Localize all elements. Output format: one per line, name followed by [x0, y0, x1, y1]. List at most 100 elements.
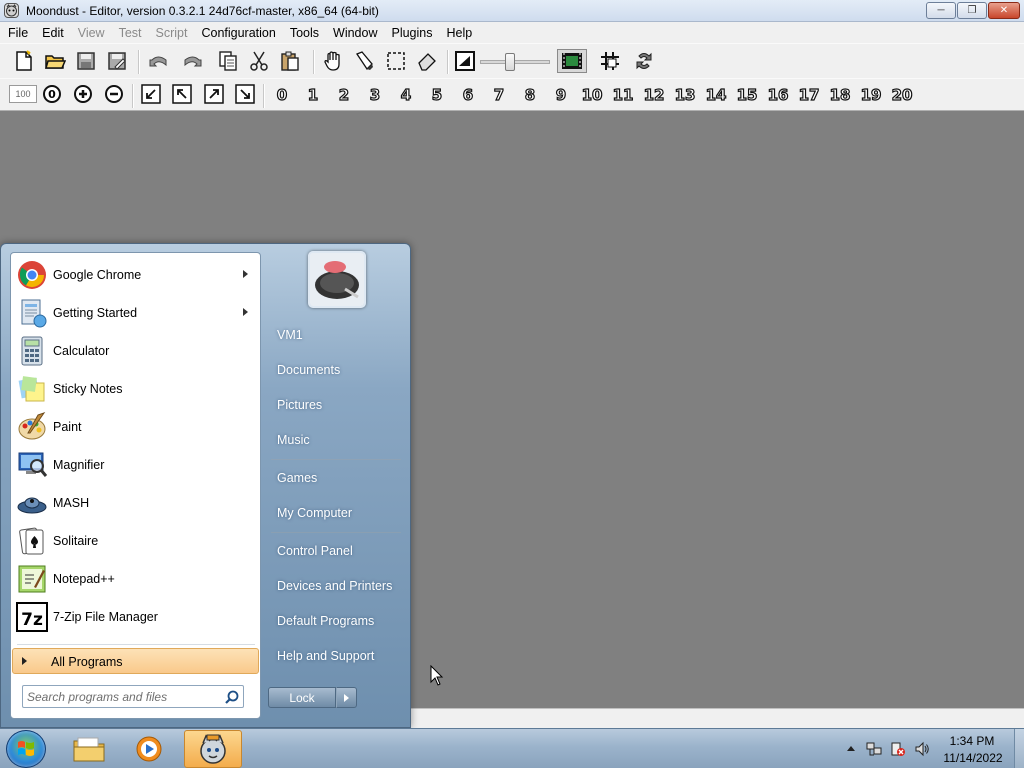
menu-window[interactable]: Window [326, 26, 384, 40]
hand-tool-icon[interactable] [321, 49, 345, 73]
save-icon[interactable] [74, 49, 98, 73]
search-icon[interactable] [224, 689, 240, 705]
all-programs-button[interactable]: All Programs [12, 648, 259, 674]
save-as-icon[interactable] [105, 49, 129, 73]
start-place-games[interactable]: Games [265, 463, 405, 493]
resize-down-right-icon[interactable] [233, 82, 257, 106]
program-item-getting-started[interactable]: Getting Started [14, 295, 258, 331]
layer-button-11[interactable]: 11 [611, 84, 635, 106]
redo-icon[interactable] [180, 49, 204, 73]
start-place-documents[interactable]: Documents [265, 355, 405, 385]
menu-view[interactable]: View [71, 26, 112, 40]
layer-button-5[interactable]: 5 [425, 84, 449, 106]
action-center-icon[interactable] [890, 741, 906, 757]
menu-file[interactable]: File [1, 26, 35, 40]
resize-up-left-icon[interactable] [170, 82, 194, 106]
program-item-google-chrome[interactable]: Google Chrome [14, 257, 258, 293]
layer-button-7[interactable]: 7 [487, 84, 511, 106]
start-place-default-programs[interactable]: Default Programs [265, 606, 405, 636]
program-item-mash[interactable]: MASH [14, 485, 258, 521]
taskbar-moondust-button[interactable] [184, 730, 242, 768]
layer-button-12[interactable]: 12 [642, 84, 666, 106]
swap-icon[interactable] [632, 49, 656, 73]
film-strip-icon[interactable] [557, 49, 587, 73]
layer-button-3[interactable]: 3 [363, 84, 387, 106]
layer-button-2[interactable]: 2 [332, 84, 356, 106]
layer-button-16[interactable]: 16 [766, 84, 790, 106]
search-box[interactable] [22, 685, 244, 708]
network-icon[interactable] [866, 741, 882, 757]
start-place-vm1[interactable]: VM1 [265, 320, 405, 350]
cut-icon[interactable] [247, 49, 271, 73]
taskbar-explorer-button[interactable] [60, 730, 118, 768]
menu-test[interactable]: Test [112, 26, 149, 40]
menu-configuration[interactable]: Configuration [194, 26, 282, 40]
taskbar-media-player-button[interactable] [120, 730, 178, 768]
layer-button-8[interactable]: 8 [518, 84, 542, 106]
zoom-out-icon[interactable] [102, 82, 126, 106]
start-button[interactable] [6, 730, 46, 768]
paste-icon[interactable] [278, 49, 302, 73]
layer-button-13[interactable]: 13 [673, 84, 697, 106]
menu-plugins[interactable]: Plugins [384, 26, 439, 40]
copy-icon[interactable] [216, 49, 240, 73]
menu-edit[interactable]: Edit [35, 26, 71, 40]
layer-button-0[interactable]: 0 [270, 84, 294, 106]
open-folder-icon[interactable] [43, 49, 67, 73]
show-hidden-icons-button[interactable] [847, 746, 855, 751]
close-button[interactable]: ✕ [988, 2, 1020, 19]
start-place-music[interactable]: Music [265, 425, 405, 455]
clock-time[interactable]: 1:34 PM [942, 734, 1002, 748]
layer-button-15[interactable]: 15 [735, 84, 759, 106]
start-place-my-computer[interactable]: My Computer [265, 498, 405, 528]
layer-button-19[interactable]: 19 [859, 84, 883, 106]
layer-button-18[interactable]: 18 [828, 84, 852, 106]
layer-button-10[interactable]: 10 [580, 84, 604, 106]
layer-button-20[interactable]: 20 [890, 84, 914, 106]
layer-button-17[interactable]: 17 [797, 84, 821, 106]
layer-button-4[interactable]: 4 [394, 84, 418, 106]
undo-icon[interactable] [147, 49, 171, 73]
start-place-help-and-support[interactable]: Help and Support [265, 641, 405, 671]
shutdown-options-button[interactable] [336, 687, 357, 708]
show-desktop-button[interactable] [1014, 729, 1024, 768]
program-item-sticky-notes[interactable]: Sticky Notes [14, 371, 258, 407]
start-place-devices-and-printers[interactable]: Devices and Printers [265, 571, 405, 601]
program-item-calculator[interactable]: Calculator [14, 333, 258, 369]
zoom-reset-icon[interactable]: 0 [40, 82, 64, 106]
grid-icon[interactable] [598, 49, 622, 73]
start-place-control-panel[interactable]: Control Panel [265, 536, 405, 566]
resize-up-right-icon[interactable] [202, 82, 226, 106]
zoom-slider-track[interactable] [480, 60, 550, 64]
zoom-value-field[interactable]: 100 [9, 85, 37, 103]
menu-tools[interactable]: Tools [283, 26, 326, 40]
eraser-select-icon[interactable] [352, 49, 376, 73]
layer-button-6[interactable]: 6 [456, 84, 480, 106]
zoom-level-icon[interactable] [453, 49, 477, 73]
zoom-slider-thumb[interactable] [505, 53, 515, 71]
user-account-picture[interactable] [308, 251, 366, 308]
eraser-icon[interactable] [415, 49, 439, 73]
layer-button-14[interactable]: 14 [704, 84, 728, 106]
layer-button-9[interactable]: 9 [549, 84, 573, 106]
program-item-notepad-[interactable]: Notepad++ [14, 561, 258, 597]
layer-button-1[interactable]: 1 [301, 84, 325, 106]
program-item-solitaire[interactable]: Solitaire [14, 523, 258, 559]
zoom-in-icon[interactable] [71, 82, 95, 106]
minimize-button[interactable]: ─ [926, 2, 956, 19]
lock-button[interactable]: Lock [268, 687, 336, 708]
clock-date[interactable]: 11/14/2022 [940, 751, 1006, 765]
menu-script[interactable]: Script [149, 26, 195, 40]
moondust-app-icon[interactable] [4, 3, 19, 18]
rectangle-select-icon[interactable] [384, 49, 408, 73]
restore-button[interactable]: ❐ [957, 2, 987, 19]
menu-help[interactable]: Help [439, 26, 479, 40]
resize-down-left-icon[interactable] [139, 82, 163, 106]
program-item-magnifier[interactable]: Magnifier [14, 447, 258, 483]
program-item-7-zip-file-manager[interactable]: 7z 7-Zip File Manager [14, 599, 258, 635]
new-file-icon[interactable] [12, 49, 36, 73]
start-place-pictures[interactable]: Pictures [265, 390, 405, 420]
search-input[interactable] [27, 689, 217, 705]
program-item-paint[interactable]: Paint [14, 409, 258, 445]
volume-icon[interactable] [914, 741, 930, 757]
